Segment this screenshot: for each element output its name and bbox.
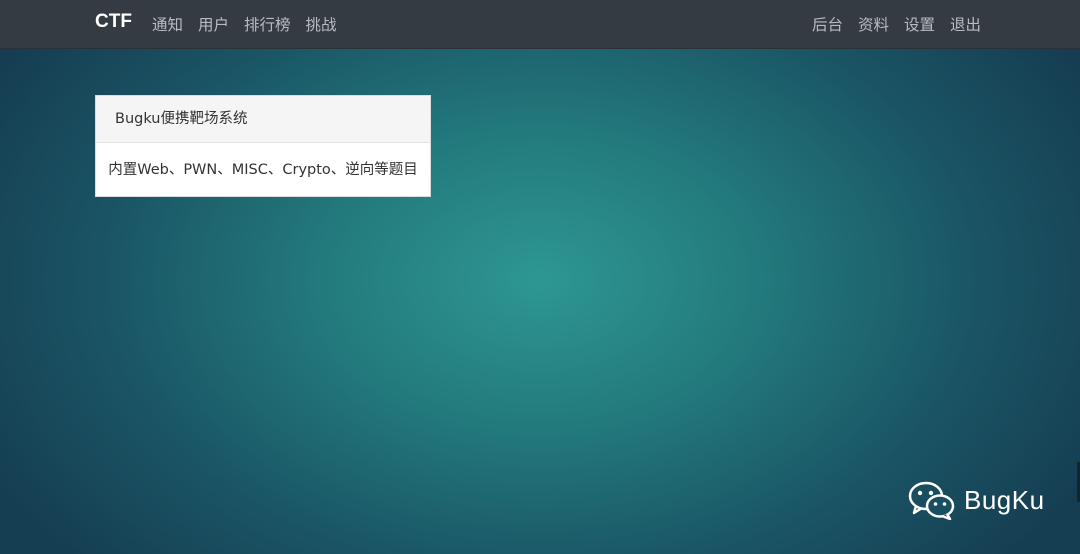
nav-item-notifications[interactable]: 通知: [152, 13, 183, 35]
nav-item-admin[interactable]: 后台: [812, 13, 843, 35]
nav-left: 通知 用户 排行榜 挑战: [152, 13, 337, 35]
nav-item-logout[interactable]: 退出: [950, 13, 981, 35]
card-body: 内置Web、PWN、MISC、Crypto、逆向等题目: [108, 162, 418, 178]
card-header: Bugku便携靶场系统: [96, 96, 430, 143]
brand-logo[interactable]: CTF: [95, 11, 132, 33]
info-card: Bugku便携靶场系统 内置Web、PWN、MISC、Crypto、逆向等题目: [95, 95, 431, 197]
nav-item-challenges[interactable]: 挑战: [306, 13, 337, 35]
nav-right: 后台 资料 设置 退出: [812, 13, 981, 35]
nav-item-profile[interactable]: 资料: [858, 13, 889, 35]
nav-item-scoreboard[interactable]: 排行榜: [244, 13, 291, 35]
watermark: BugKu: [908, 480, 1045, 520]
wechat-icon: [908, 481, 955, 520]
top-navbar: CTF 通知 用户 排行榜 挑战 后台 资料 设置 退出: [0, 0, 1080, 49]
nav-item-users[interactable]: 用户: [198, 13, 229, 35]
watermark-text: BugKu: [964, 484, 1045, 515]
nav-item-settings[interactable]: 设置: [904, 13, 935, 35]
